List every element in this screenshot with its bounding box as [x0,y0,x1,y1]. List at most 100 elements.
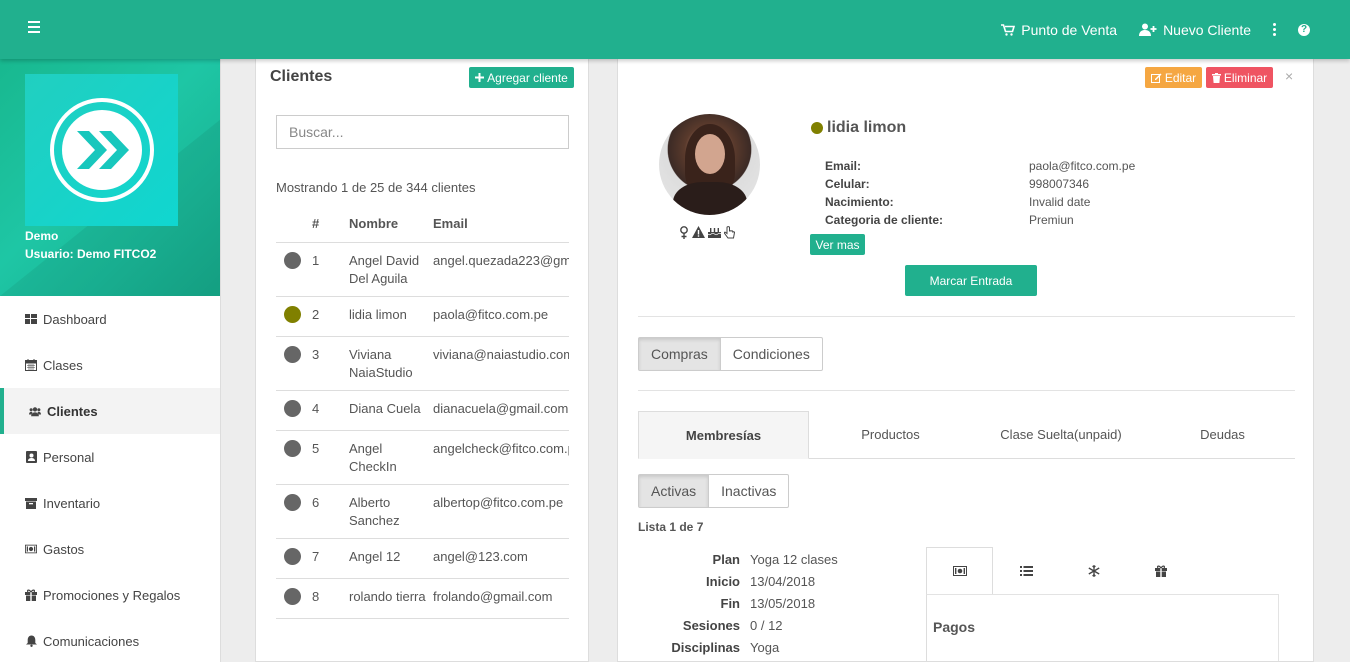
plan-value: Yoga [750,640,780,655]
table-row[interactable]: 2 lidia limon paola@fitco.com.pe [276,296,569,337]
bell-icon [25,635,37,647]
plan-value: 0 / 12 [750,618,783,633]
tab-productos[interactable]: Productos [809,411,972,458]
client-status-indicator [811,122,823,134]
ver-mas-button[interactable]: Ver mas [810,234,865,255]
sidebar-item-gastos[interactable]: Gastos [0,526,220,572]
hamburger-menu-icon[interactable] [28,21,40,33]
add-client-label: Agregar cliente [487,70,568,85]
sidebar-item-label: Clases [43,357,83,373]
warning-icon [692,226,705,238]
col-email[interactable]: Email [433,205,569,243]
client-number: 3 [312,336,349,391]
sidebar-menu: Dashboard Clases Clientes Personal Inven… [0,296,220,662]
users-icon [29,405,41,417]
plan-label: Plan [712,552,740,567]
table-row[interactable]: 4 Diana Cuela dianacuela@gmail.com [276,390,569,431]
client-detail-panel: Editar Eliminar × lidia limon Email: paol… [617,59,1314,662]
plan-row: Fin 13/05/2018 [638,593,838,615]
client-name-cell: lidia limon [349,296,433,337]
punto-de-venta-link[interactable]: Punto de Venta [1001,22,1117,38]
archive-icon [25,497,37,509]
activas-inactivas-toggle: Activas Inactivas [638,474,790,508]
tab-gift[interactable] [1127,547,1194,594]
plan-label: Disciplinas [671,640,740,655]
money-icon [952,566,967,576]
plan-row: Plan Yoga 12 clases [638,549,838,571]
client-name-cell: Diana Cuela [349,390,433,431]
table-row[interactable]: 8 rolando tierra frolando@gmail.com [276,578,569,619]
info-row: Email: paola@fitco.com.pe [825,157,1135,175]
toggle-compras[interactable]: Compras [639,338,721,370]
more-options-icon[interactable] [1273,22,1276,37]
tab-freeze[interactable] [1060,547,1127,594]
sidebar-header: Demo Usuario: Demo FITCO2 [0,59,220,296]
sidebar-item-clientes[interactable]: Clientes [0,388,220,434]
plan-row: Inicio 13/04/2018 [638,571,838,593]
edit-button[interactable]: Editar [1145,67,1202,88]
marcar-entrada-button[interactable]: Marcar Entrada [905,265,1037,296]
client-number: 4 [312,390,349,431]
list-icon [1020,565,1033,576]
add-client-button[interactable]: Agregar cliente [469,67,574,88]
clients-table-body: 1 Angel David Del Aguila angel.quezada223@… [276,242,569,619]
sidebar-item-inventario[interactable]: Inventario [0,480,220,526]
sidebar-item-clases[interactable]: Clases [0,342,220,388]
divider [638,390,1295,391]
sidebar-item-comunicaciones[interactable]: Comunicaciones [0,618,220,662]
sidebar-item-label: Clientes [47,403,98,419]
tab-clase-suelta[interactable]: Clase Suelta(unpaid) [972,411,1150,458]
close-icon[interactable]: × [1285,68,1293,84]
delete-label: Eliminar [1223,70,1268,85]
search-input[interactable] [276,115,569,149]
client-email-cell: viviana@naiastudio.com [433,336,569,391]
tab-pagos[interactable] [926,547,993,594]
client-status-dot [284,399,301,417]
client-name-cell: Angel CheckIn [349,430,433,485]
table-row[interactable]: 1 Angel David Del Aguila angel.quezada223@… [276,242,569,297]
tab-membresias[interactable]: Membresías [638,411,809,459]
client-name-cell: Alberto Sanchez [349,484,433,539]
pagos-title: Pagos [933,619,976,635]
help-icon[interactable]: ? [1298,23,1310,36]
nuevo-cliente-label: Nuevo Cliente [1163,21,1251,38]
compras-condiciones-toggle: Compras Condiciones [638,337,823,371]
sidebar-item-personal[interactable]: Personal [0,434,220,480]
toggle-inactivas[interactable]: Inactivas [709,475,788,507]
tab-list[interactable] [993,547,1060,594]
client-number: 7 [312,538,349,579]
fast-forward-logo-icon [49,98,154,202]
table-row[interactable]: 3 Viviana NaiaStudio viviana@naiastudio.co… [276,336,569,391]
col-name[interactable]: Nombre [349,205,433,243]
table-row[interactable]: 7 Angel 12 angel@123.com [276,538,569,579]
sidebar-item-label: Comunicaciones [43,633,140,649]
sidebar-item-promociones[interactable]: Promociones y Regalos [0,572,220,618]
toggle-condiciones[interactable]: Condiciones [721,338,822,370]
gift-icon [25,589,37,601]
client-badges [679,226,735,239]
table-row[interactable]: 6 Alberto Sanchez albertop@fitco.com.pe [276,484,569,539]
client-email-cell: angel@123.com [433,538,569,579]
client-number: 6 [312,484,349,539]
nuevo-cliente-link[interactable]: Nuevo Cliente [1139,22,1251,38]
sidebar-item-label: Inventario [43,495,101,511]
tab-deudas[interactable]: Deudas [1150,411,1295,458]
info-label: Nacimiento: [825,195,894,209]
table-row[interactable]: 5 Angel CheckIn angelcheck@fitco.com.pe [276,430,569,485]
info-row: Nacimiento: Invalid date [825,193,1135,211]
col-number[interactable]: # [312,205,349,243]
sidebar-user-info: Demo Usuario: Demo FITCO2 [25,227,156,263]
info-value: Invalid date [1029,195,1091,209]
plan-label: Sesiones [682,618,740,633]
top-bar: Punto de Venta Nuevo Cliente ? [0,0,1350,59]
info-label: Email: [825,159,862,173]
delete-button[interactable]: Eliminar [1206,67,1273,88]
client-number: 1 [312,242,349,297]
purchase-tabs: Membresías Productos Clase Suelta(unpaid… [638,411,1295,459]
plus-icon [475,73,485,82]
toggle-activas[interactable]: Activas [639,475,710,507]
female-icon [680,226,688,239]
sidebar-item-dashboard[interactable]: Dashboard [0,296,220,342]
client-status-dot [284,345,301,363]
membership-subtabs [926,547,1279,594]
